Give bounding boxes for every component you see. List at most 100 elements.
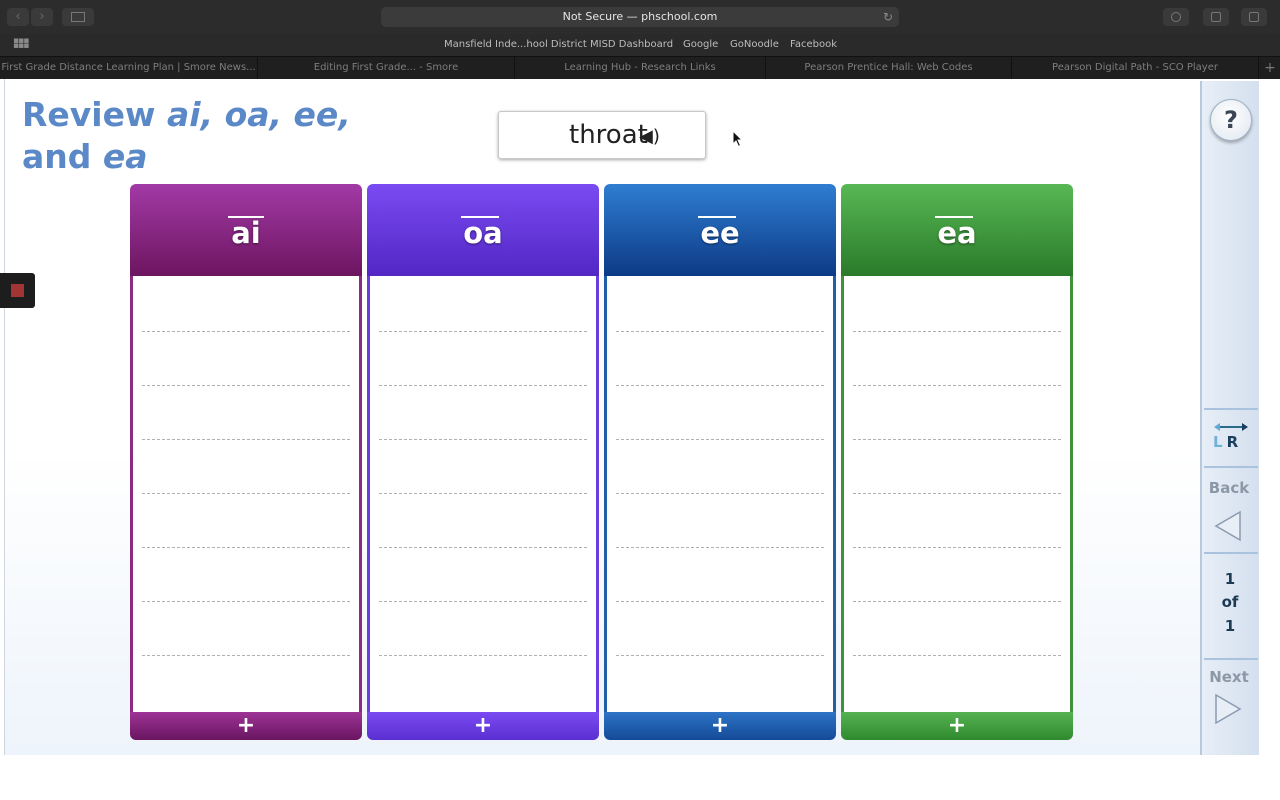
tabs-icon	[1249, 12, 1259, 22]
writing-line	[616, 439, 824, 440]
bookmark-gonoodle[interactable]: GoNoodle	[730, 34, 779, 55]
word-card[interactable]: throat ◀)	[498, 111, 706, 159]
writing-line	[142, 439, 350, 440]
tab-learning-hub[interactable]: Learning Hub - Research Links	[515, 57, 766, 79]
address-bar[interactable]: Not Secure — phschool.com ↻	[381, 7, 899, 27]
speaker-icon[interactable]: ◀)	[639, 126, 660, 147]
page-margin	[1259, 79, 1280, 755]
column-label-ee: ee	[700, 216, 740, 250]
writing-line	[616, 655, 824, 656]
next-arrow-icon[interactable]	[1214, 693, 1242, 729]
column-ai: ai +	[130, 184, 362, 740]
activity-title: Review ai, oa, ee, and ea	[22, 94, 402, 178]
download-icon	[1171, 12, 1181, 22]
lr-left-label: L	[1213, 433, 1227, 451]
record-stop-button[interactable]	[0, 273, 35, 308]
left-right-toggle[interactable]: LR	[1213, 432, 1249, 452]
column-ea: ea +	[841, 184, 1073, 740]
add-button-ai[interactable]: +	[130, 712, 362, 740]
bookmark-facebook[interactable]: Facebook	[790, 34, 837, 55]
writing-line	[616, 547, 824, 548]
writing-line	[616, 601, 824, 602]
column-header-ai: ai	[130, 184, 362, 276]
tab-bar: First Grade Distance Learning Plan | Smo…	[0, 56, 1280, 79]
title-em-2: ea	[102, 137, 148, 176]
writing-line	[853, 331, 1061, 332]
panel-divider	[1204, 408, 1258, 410]
next-label[interactable]: Next	[1202, 668, 1256, 686]
bookmark-mansfield[interactable]: Mansfield Inde...hool District	[444, 34, 587, 55]
grid-icon[interactable]: ▪▪▪ ▪▪▪	[13, 37, 29, 51]
back-nav-button[interactable]: ‹	[7, 8, 29, 26]
page-of: of	[1221, 593, 1239, 611]
writing-line	[379, 493, 587, 494]
add-button-ea[interactable]: +	[841, 712, 1073, 740]
column-dropzone-ea[interactable]	[841, 276, 1073, 712]
browser-toolbar: ‹ › Not Secure — phschool.com ↻	[0, 0, 1280, 34]
mouse-cursor-icon	[732, 129, 744, 152]
control-panel	[1200, 81, 1259, 755]
panel-divider	[1204, 466, 1258, 468]
title-prefix-1: Review	[22, 95, 167, 134]
writing-line	[853, 385, 1061, 386]
writing-line	[616, 385, 824, 386]
writing-line	[142, 547, 350, 548]
writing-line	[853, 547, 1061, 548]
writing-line	[379, 547, 587, 548]
tab-smore-news[interactable]: First Grade Distance Learning Plan | Smo…	[0, 57, 258, 79]
bookmark-google[interactable]: Google	[683, 34, 718, 55]
writing-line	[616, 331, 824, 332]
column-ee: ee +	[604, 184, 836, 740]
column-header-ea: ea	[841, 184, 1073, 276]
title-em-1: ai, oa, ee,	[166, 95, 351, 134]
browser-chrome: ‹ › Not Secure — phschool.com ↻ ▪▪▪ ▪▪▪ M…	[0, 0, 1280, 79]
tabs-overview-button[interactable]	[1241, 8, 1267, 26]
column-header-oa: oa	[367, 184, 599, 276]
refresh-icon[interactable]: ↻	[883, 7, 893, 27]
column-oa: oa +	[367, 184, 599, 740]
column-dropzone-oa[interactable]	[367, 276, 599, 712]
tab-editing-smore[interactable]: Editing First Grade... - Smore	[258, 57, 515, 79]
left-right-arrow-icon[interactable]	[1214, 419, 1248, 433]
column-dropzone-ee[interactable]	[604, 276, 836, 712]
share-button[interactable]	[1203, 8, 1229, 26]
column-label-ai: ai	[231, 216, 261, 250]
writing-line	[379, 655, 587, 656]
back-arrow-icon[interactable]	[1214, 510, 1242, 546]
forward-nav-button[interactable]: ›	[31, 8, 53, 26]
lr-right-label: R	[1226, 433, 1243, 451]
bookmark-misd-dashboard[interactable]: MISD Dashboard	[590, 34, 673, 55]
writing-line	[379, 331, 587, 332]
share-icon	[1211, 12, 1221, 22]
panel-divider	[1204, 552, 1258, 554]
back-label[interactable]: Back	[1202, 479, 1256, 497]
writing-line	[853, 655, 1061, 656]
downloads-button[interactable]	[1163, 8, 1189, 26]
sidebar-toggle-button[interactable]	[62, 8, 94, 26]
new-tab-button[interactable]: +	[1260, 57, 1280, 79]
word-text: throat	[569, 120, 648, 150]
writing-line	[379, 385, 587, 386]
writing-line	[142, 493, 350, 494]
bookmarks-bar: ▪▪▪ ▪▪▪ Mansfield Inde...hool District MI…	[0, 34, 1280, 55]
writing-line	[853, 601, 1061, 602]
writing-line	[142, 385, 350, 386]
tab-pearson-web-codes[interactable]: Pearson Prentice Hall: Web Codes	[766, 57, 1012, 79]
add-button-ee[interactable]: +	[604, 712, 836, 740]
column-label-ea: ea	[937, 216, 977, 250]
column-label-oa: oa	[463, 216, 503, 250]
column-dropzone-ai[interactable]	[130, 276, 362, 712]
writing-line	[142, 331, 350, 332]
writing-line	[142, 601, 350, 602]
title-prefix-2: and	[22, 137, 103, 176]
help-button[interactable]: ?	[1210, 99, 1252, 141]
writing-line	[853, 493, 1061, 494]
stop-icon	[11, 284, 24, 297]
writing-line	[853, 439, 1061, 440]
writing-line	[616, 493, 824, 494]
writing-line	[142, 655, 350, 656]
panel-divider	[1204, 658, 1258, 660]
sidebar-icon	[71, 12, 85, 22]
add-button-oa[interactable]: +	[367, 712, 599, 740]
tab-pearson-sco-player[interactable]: Pearson Digital Path - SCO Player	[1012, 57, 1259, 79]
